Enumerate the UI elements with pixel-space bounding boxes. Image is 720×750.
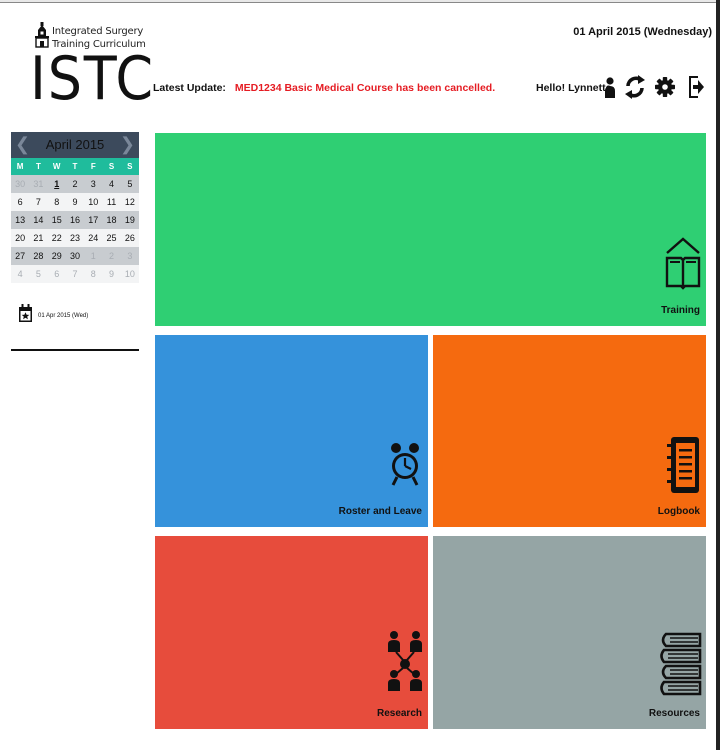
calendar-day[interactable]: 3 xyxy=(121,247,139,265)
calendar-day[interactable]: 22 xyxy=(48,229,66,247)
calendar-day[interactable]: 5 xyxy=(29,265,47,283)
calendar-day[interactable]: 15 xyxy=(48,211,66,229)
calendar-day[interactable]: 9 xyxy=(102,265,120,283)
research-label: Research xyxy=(376,708,422,719)
calendar-day[interactable]: 2 xyxy=(66,175,84,193)
research-network-icon xyxy=(386,630,424,703)
latest-update: Latest Update: MED1234 Basic Medical Cou… xyxy=(153,82,495,94)
calendar-day[interactable]: 16 xyxy=(66,211,84,229)
gear-icon[interactable] xyxy=(652,70,678,104)
calendar-header: ❮ April 2015 ❯ xyxy=(11,132,139,158)
weekday-label: S xyxy=(108,162,115,171)
calendar-day[interactable]: 21 xyxy=(29,229,47,247)
calendar-day[interactable]: 4 xyxy=(102,175,120,193)
current-date: 01 April 2015 (Wednesday) xyxy=(573,26,712,38)
window-right-border xyxy=(716,0,720,750)
logout-icon[interactable] xyxy=(683,70,709,104)
calendar-day[interactable]: 17 xyxy=(84,211,102,229)
weekday-label: F xyxy=(90,162,96,171)
weekday-label: W xyxy=(52,162,61,171)
logo-acronym: ISTC xyxy=(30,44,155,114)
calendar-day[interactable]: 8 xyxy=(48,193,66,211)
calendar-day[interactable]: 10 xyxy=(121,265,139,283)
calendar-day[interactable]: 31 xyxy=(29,175,47,193)
weekday-label: T xyxy=(35,162,41,171)
latest-update-label: Latest Update: xyxy=(153,82,226,94)
calendar-day[interactable]: 28 xyxy=(29,247,47,265)
istc-logo: Integrated Surgery Training Curriculum I… xyxy=(30,20,153,110)
selected-date: 01 Apr 2015 (Wed) xyxy=(18,303,88,328)
calendar-day[interactable]: 12 xyxy=(121,193,139,211)
resources-label: Resources xyxy=(648,708,700,719)
calendar-widget: ❮ April 2015 ❯ M T W T F S S 30 31 1 2 3… xyxy=(11,132,139,283)
sidebar-divider xyxy=(11,349,139,351)
calendar-day[interactable]: 30 xyxy=(11,175,29,193)
calendar-day[interactable]: 25 xyxy=(102,229,120,247)
stacked-books-icon xyxy=(660,632,702,703)
calendar-day[interactable]: 20 xyxy=(11,229,29,247)
research-tile[interactable]: Research xyxy=(155,536,428,729)
calendar-next-month-button[interactable]: ❯ xyxy=(120,134,135,155)
calendar-day[interactable]: 10 xyxy=(84,193,102,211)
resources-tile[interactable]: Resources xyxy=(433,536,706,729)
logbook-icon xyxy=(667,435,701,500)
calendar-day[interactable]: 30 xyxy=(66,247,84,265)
refresh-icon[interactable] xyxy=(622,70,648,104)
calendar-day-selected[interactable]: 1 xyxy=(48,175,66,193)
calendar-week: 27 28 29 30 1 2 3 xyxy=(11,247,139,265)
alarm-clock-icon xyxy=(389,439,421,494)
calendar-day[interactable]: 3 xyxy=(84,175,102,193)
weekday-label: S xyxy=(127,162,133,171)
book-icon xyxy=(665,236,701,295)
calendar-month[interactable]: April xyxy=(46,137,72,152)
calendar-day[interactable]: 9 xyxy=(66,193,84,211)
calendar-week: 13 14 15 16 17 18 19 xyxy=(11,211,139,229)
calendar-star-icon xyxy=(18,303,33,328)
window-top-border xyxy=(0,0,720,3)
calendar-day[interactable]: 24 xyxy=(84,229,102,247)
calendar-week: 20 21 22 23 24 25 26 xyxy=(11,229,139,247)
calendar-day[interactable]: 27 xyxy=(11,247,29,265)
calendar-day[interactable]: 14 xyxy=(29,211,47,229)
logo-subtitle-line-1: Integrated Surgery xyxy=(52,26,144,37)
calendar-week: 4 5 6 7 8 9 10 xyxy=(11,265,139,283)
calendar-day[interactable]: 7 xyxy=(29,193,47,211)
calendar-day[interactable]: 23 xyxy=(66,229,84,247)
calendar-day[interactable]: 29 xyxy=(48,247,66,265)
calendar-day[interactable]: 6 xyxy=(11,193,29,211)
calendar-week: 6 7 8 9 10 11 12 xyxy=(11,193,139,211)
calendar-day[interactable]: 13 xyxy=(11,211,29,229)
calendar-day[interactable]: 6 xyxy=(48,265,66,283)
weekday-label: T xyxy=(72,162,78,171)
calendar-day[interactable]: 18 xyxy=(102,211,120,229)
training-tile[interactable]: Training xyxy=(155,133,706,326)
roster-and-leave-tile[interactable]: Roster and Leave xyxy=(155,335,428,527)
calendar-day[interactable]: 26 xyxy=(121,229,139,247)
calendar-year[interactable]: 2015 xyxy=(75,137,104,152)
latest-update-message[interactable]: MED1234 Basic Medical Course has been ca… xyxy=(235,82,495,94)
weekday-label: M xyxy=(16,162,24,171)
training-label: Training xyxy=(661,305,700,316)
calendar-day[interactable]: 4 xyxy=(11,265,29,283)
calendar-day[interactable]: 8 xyxy=(84,265,102,283)
calendar-day[interactable]: 7 xyxy=(66,265,84,283)
calendar-day[interactable]: 5 xyxy=(121,175,139,193)
calendar-week: 30 31 1 2 3 4 5 xyxy=(11,175,139,193)
calendar-weekday-header: M T W T F S S xyxy=(11,158,139,175)
roster-and-leave-label: Roster and Leave xyxy=(338,506,422,517)
user-icon[interactable] xyxy=(597,70,623,104)
calendar-day[interactable]: 1 xyxy=(84,247,102,265)
calendar-day[interactable]: 11 xyxy=(102,193,120,211)
calendar-day[interactable]: 19 xyxy=(121,211,139,229)
calendar-day[interactable]: 2 xyxy=(102,247,120,265)
selected-date-text: 01 Apr 2015 (Wed) xyxy=(38,312,89,319)
logbook-label: Logbook xyxy=(657,506,700,517)
logbook-tile[interactable]: Logbook xyxy=(433,335,706,527)
